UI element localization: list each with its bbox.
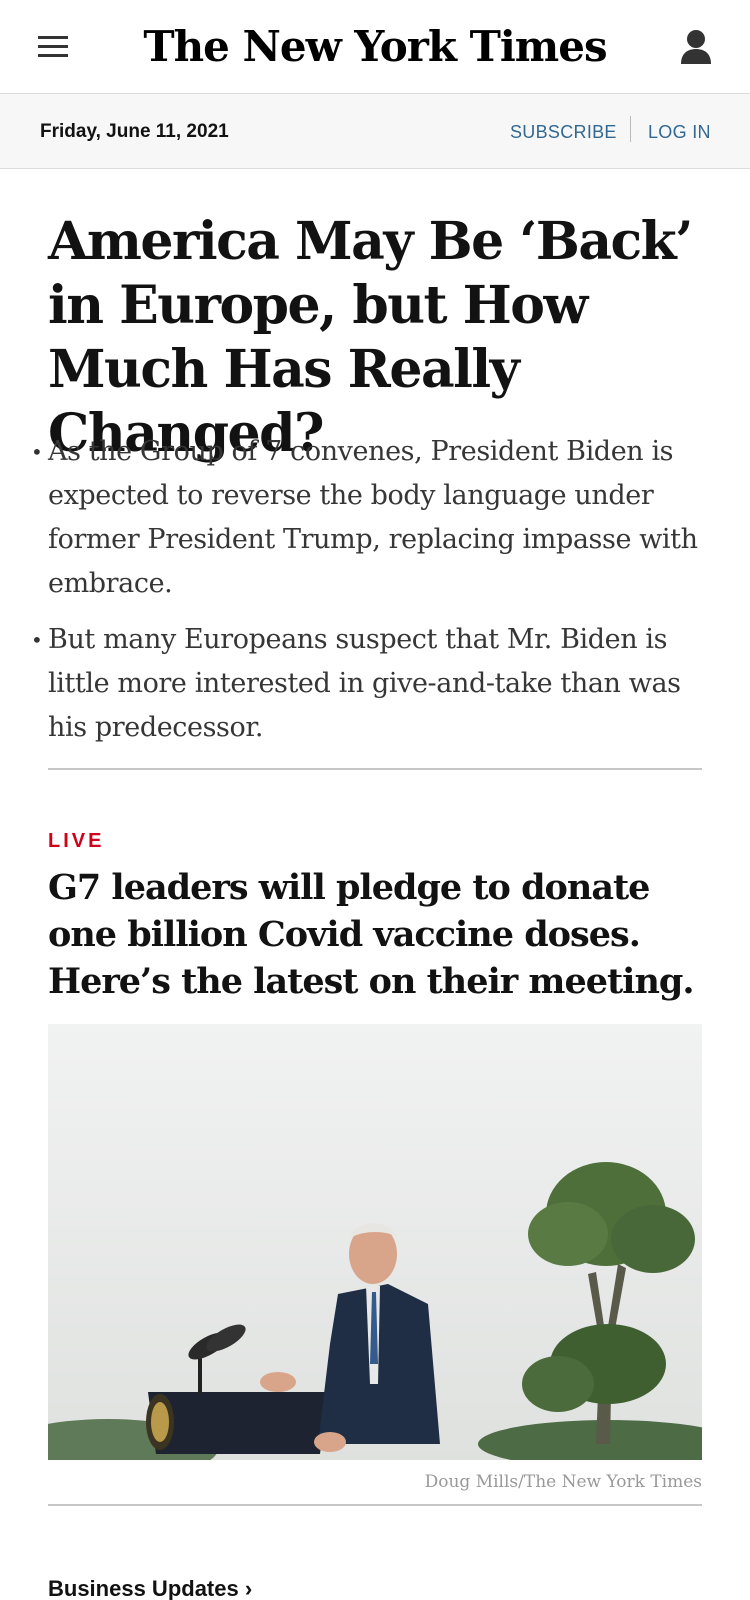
summary-text: But many Europeans suspect that Mr. Bide… bbox=[48, 624, 681, 743]
user-account-icon[interactable] bbox=[680, 29, 712, 65]
live-badge: LIVE bbox=[48, 830, 105, 852]
section-divider bbox=[48, 1504, 702, 1506]
nyt-logo[interactable]: The New York Times bbox=[0, 22, 750, 71]
masthead: The New York Times bbox=[0, 0, 750, 94]
bullet-icon: • bbox=[31, 440, 43, 464]
section-divider bbox=[48, 768, 702, 770]
login-link[interactable]: LOG IN bbox=[648, 122, 711, 143]
lead-headline[interactable]: America May Be ‘Back’ in Europe, but How… bbox=[48, 210, 708, 466]
summary-item: • But many Europeans suspect that Mr. Bi… bbox=[31, 618, 708, 750]
story-photo[interactable] bbox=[48, 1024, 702, 1460]
photo-credit: Doug Mills/The New York Times bbox=[424, 1472, 702, 1492]
summary-item: • As the Group of 7 convenes, President … bbox=[31, 430, 708, 606]
live-story-headline[interactable]: G7 leaders will pledge to donate one bil… bbox=[48, 864, 728, 1005]
subscribe-link[interactable]: SUBSCRIBE bbox=[510, 122, 617, 143]
bullet-icon: • bbox=[31, 628, 43, 652]
summary-text: As the Group of 7 convenes, President Bi… bbox=[48, 436, 698, 599]
link-divider bbox=[630, 116, 631, 142]
current-date: Friday, June 11, 2021 bbox=[40, 121, 229, 142]
business-updates-link[interactable]: Business Updates › bbox=[48, 1576, 252, 1600]
lead-summary-list: • As the Group of 7 convenes, President … bbox=[31, 430, 708, 762]
date-bar: Friday, June 11, 2021 SUBSCRIBE LOG IN bbox=[0, 94, 750, 169]
